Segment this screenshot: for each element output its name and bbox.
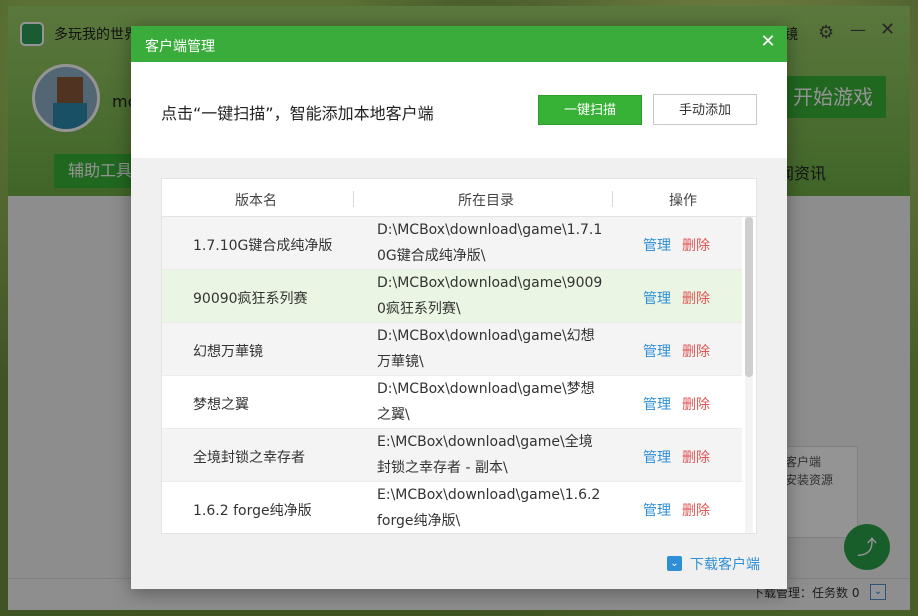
delete-link[interactable]: 删除 <box>682 341 710 361</box>
table-row: 梦想之翼 D:\MCBox\download\game\梦想之翼\ 管理 删除 <box>162 376 742 429</box>
column-version-name: 版本名 <box>235 193 277 209</box>
column-actions: 操作 <box>669 193 697 209</box>
delete-link[interactable]: 删除 <box>682 288 710 308</box>
delete-link[interactable]: 删除 <box>682 394 710 414</box>
manage-link[interactable]: 管理 <box>643 288 671 308</box>
manual-add-button[interactable]: 手动添加 <box>653 94 757 125</box>
table-row: 1.7.10G键合成纯净版 D:\MCBox\download\game\1.7… <box>162 217 742 270</box>
delete-link[interactable]: 删除 <box>682 500 710 520</box>
delete-link[interactable]: 删除 <box>682 235 710 255</box>
table-row: 全境封锁之幸存者 E:\MCBox\download\game\全境封锁之幸存者… <box>162 429 742 482</box>
row-name: 1.6.2 forge纯净版 <box>193 503 312 519</box>
row-name: 幻想万華镜 <box>193 344 263 360</box>
manage-link[interactable]: 管理 <box>643 500 671 520</box>
row-name: 全境封锁之幸存者 <box>193 450 305 466</box>
row-path: D:\MCBox\download\game\梦想之翼\ <box>377 381 595 423</box>
modal-title: 客户端管理 <box>145 39 215 55</box>
row-path: D:\MCBox\download\game\1.7.10G键合成纯净版\ <box>377 222 603 264</box>
manage-link[interactable]: 管理 <box>643 447 671 467</box>
client-management-modal: 客户端管理 ✕ 点击“一键扫描”，智能添加本地客户端 一键扫描 手动添加 版本名… <box>131 26 787 589</box>
row-name: 梦想之翼 <box>193 397 249 413</box>
column-directory: 所在目录 <box>458 193 514 209</box>
table-header: 版本名 所在目录 操作 <box>162 179 756 217</box>
row-path: E:\MCBox\download\game\全境封锁之幸存者 - 副本\ <box>377 434 593 476</box>
download-client-link[interactable]: 下载客户端 <box>690 554 760 574</box>
row-name: 1.7.10G键合成纯净版 <box>193 238 333 254</box>
manage-link[interactable]: 管理 <box>643 235 671 255</box>
row-path: E:\MCBox\download\game\1.6.2 forge纯净版\ <box>377 487 601 529</box>
row-path: D:\MCBox\download\game\幻想万華镜\ <box>377 328 595 370</box>
delete-link[interactable]: 删除 <box>682 447 710 467</box>
table-row: 幻想万華镜 D:\MCBox\download\game\幻想万華镜\ 管理 删… <box>162 323 742 376</box>
modal-titlebar: 客户端管理 ✕ <box>131 26 787 62</box>
scan-prompt: 点击“一键扫描”，智能添加本地客户端 <box>161 104 434 123</box>
one-click-scan-button[interactable]: 一键扫描 <box>538 95 642 125</box>
table-row: 90090疯狂系列赛 D:\MCBox\download\game\90090疯… <box>162 270 742 323</box>
scrollbar-thumb[interactable] <box>745 217 753 377</box>
row-path: D:\MCBox\download\game\90090疯狂系列赛\ <box>377 275 603 317</box>
close-icon[interactable]: ✕ <box>759 33 777 51</box>
client-table: 版本名 所在目录 操作 1.7.10G键合成纯净版 D:\MCBox\downl… <box>161 178 757 534</box>
manage-link[interactable]: 管理 <box>643 341 671 361</box>
row-name: 90090疯狂系列赛 <box>193 291 308 307</box>
table-row: 1.6.2 forge纯净版 E:\MCBox\download\game\1.… <box>162 482 742 533</box>
column-divider <box>612 191 613 207</box>
column-divider <box>353 191 354 207</box>
manage-link[interactable]: 管理 <box>643 394 671 414</box>
download-icon[interactable]: ⌄ <box>667 556 682 571</box>
